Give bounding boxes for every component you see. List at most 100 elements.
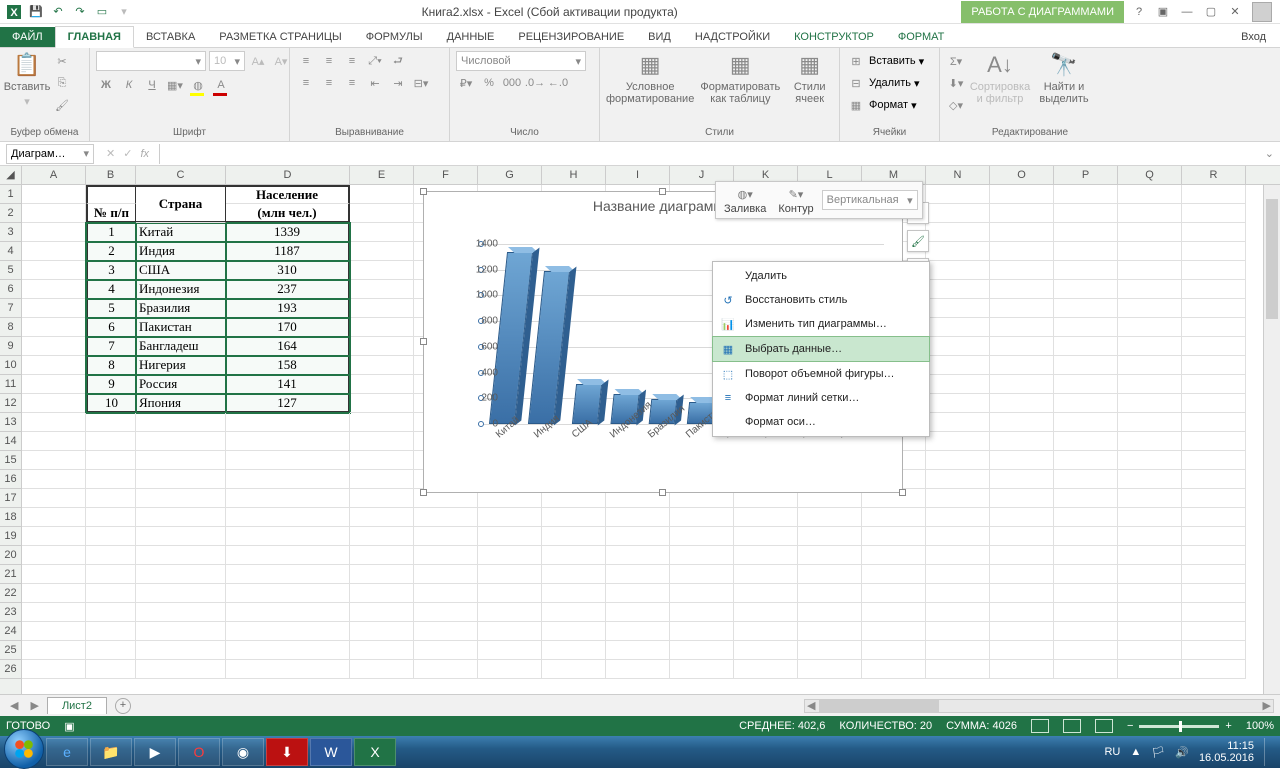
close-icon[interactable]: ✕ <box>1228 5 1242 18</box>
cell[interactable] <box>350 451 414 470</box>
cell[interactable] <box>414 603 478 622</box>
copy-icon[interactable]: ⎘ <box>52 73 72 93</box>
cell[interactable] <box>1054 261 1118 280</box>
cell[interactable] <box>1054 451 1118 470</box>
cell[interactable] <box>926 242 990 261</box>
cell[interactable] <box>1118 508 1182 527</box>
cell[interactable] <box>542 641 606 660</box>
cell[interactable] <box>350 280 414 299</box>
cell[interactable]: 164 <box>226 337 350 356</box>
cell[interactable] <box>1182 508 1246 527</box>
ctx-rotate-3d[interactable]: ⬚Поворот объемной фигуры… <box>713 362 929 386</box>
cell[interactable] <box>22 603 86 622</box>
scroll-right-icon[interactable]: ▶ <box>1263 699 1271 712</box>
cell[interactable] <box>350 641 414 660</box>
cell[interactable] <box>226 470 350 489</box>
cell[interactable] <box>606 603 670 622</box>
worksheet[interactable]: ◢ 12345678910111213141516171819202122232… <box>0 166 1280 694</box>
minimize-icon[interactable]: — <box>1180 6 1194 18</box>
cell[interactable] <box>990 261 1054 280</box>
cell[interactable] <box>1182 470 1246 489</box>
row-header[interactable]: 9 <box>0 337 21 356</box>
cell[interactable] <box>22 622 86 641</box>
cell[interactable] <box>798 527 862 546</box>
cell[interactable] <box>990 622 1054 641</box>
taskbar-pdf[interactable]: ⬇ <box>266 738 308 766</box>
zoom-level[interactable]: 100% <box>1246 720 1274 732</box>
formula-input[interactable] <box>160 144 1259 164</box>
ctx-axis-format[interactable]: Формат оси… <box>713 410 929 434</box>
resize-handle[interactable] <box>420 188 427 195</box>
row-header[interactable]: 10 <box>0 356 21 375</box>
scrollbar-thumb[interactable] <box>1266 199 1278 319</box>
cell[interactable] <box>670 527 734 546</box>
cell[interactable] <box>1054 413 1118 432</box>
cell[interactable] <box>350 489 414 508</box>
cell[interactable] <box>990 603 1054 622</box>
cell[interactable] <box>1182 489 1246 508</box>
cell[interactable] <box>1182 299 1246 318</box>
sheet-tab[interactable]: Лист2 <box>47 697 107 714</box>
fill-button[interactable]: ◍▾Заливка <box>720 185 770 215</box>
view-normal-icon[interactable] <box>1031 719 1049 733</box>
cell[interactable] <box>862 660 926 679</box>
dec-decimal-icon[interactable]: ←.0 <box>548 73 568 93</box>
cell[interactable] <box>926 527 990 546</box>
cell[interactable] <box>606 546 670 565</box>
align-left-icon[interactable]: ≡ <box>296 73 316 93</box>
cell[interactable] <box>1182 375 1246 394</box>
cell[interactable]: Китай <box>136 223 226 242</box>
tab-design[interactable]: КОНСТРУКТОР <box>782 27 886 47</box>
cell[interactable] <box>350 261 414 280</box>
cell[interactable] <box>1054 299 1118 318</box>
cell[interactable] <box>542 565 606 584</box>
cell[interactable]: Индонезия <box>136 280 226 299</box>
cell[interactable] <box>670 584 734 603</box>
cell[interactable] <box>350 527 414 546</box>
cell[interactable] <box>136 489 226 508</box>
cell[interactable] <box>22 508 86 527</box>
format-painter-icon[interactable]: 🖌 <box>52 95 72 115</box>
cell[interactable] <box>136 527 226 546</box>
zoom-in-icon[interactable]: + <box>1225 720 1231 732</box>
delete-cells-button[interactable]: ⊟Удалить ▾ <box>846 73 920 93</box>
cell[interactable] <box>1054 527 1118 546</box>
cell[interactable]: 127 <box>226 394 350 413</box>
format-table-button[interactable]: ▦Форматировать как таблицу <box>698 51 782 105</box>
qat-dropdown-icon[interactable]: ▾ <box>116 4 132 20</box>
cell[interactable]: Индия <box>136 242 226 261</box>
cell[interactable] <box>990 527 1054 546</box>
cell[interactable]: 4 <box>86 280 136 299</box>
cell[interactable] <box>990 565 1054 584</box>
cell[interactable] <box>926 432 990 451</box>
cell[interactable] <box>22 641 86 660</box>
row-header[interactable]: 20 <box>0 546 21 565</box>
cell[interactable] <box>1054 337 1118 356</box>
resize-handle[interactable] <box>420 489 427 496</box>
cell[interactable] <box>22 356 86 375</box>
cell[interactable] <box>1054 489 1118 508</box>
ribbon-toggle-icon[interactable]: ▣ <box>1156 5 1170 18</box>
cell[interactable] <box>1054 204 1118 223</box>
resize-handle[interactable] <box>899 489 906 496</box>
insert-cells-button[interactable]: ⊞Вставить ▾ <box>846 51 924 71</box>
cell[interactable] <box>86 470 136 489</box>
tab-addins[interactable]: НАДСТРОЙКИ <box>683 27 782 47</box>
cell[interactable] <box>478 527 542 546</box>
row-header[interactable]: 14 <box>0 432 21 451</box>
cell[interactable] <box>1054 356 1118 375</box>
cell[interactable] <box>22 261 86 280</box>
cell[interactable] <box>734 565 798 584</box>
cell[interactable] <box>226 584 350 603</box>
cell[interactable] <box>1182 622 1246 641</box>
cell[interactable]: 141 <box>226 375 350 394</box>
col-header[interactable]: I <box>606 166 670 184</box>
cell[interactable] <box>350 565 414 584</box>
cell[interactable] <box>226 451 350 470</box>
cell[interactable] <box>670 565 734 584</box>
cell[interactable] <box>734 584 798 603</box>
align-middle-icon[interactable]: ≡ <box>319 51 339 71</box>
cell[interactable] <box>798 584 862 603</box>
cell[interactable] <box>1118 375 1182 394</box>
align-bottom-icon[interactable]: ≡ <box>342 51 362 71</box>
